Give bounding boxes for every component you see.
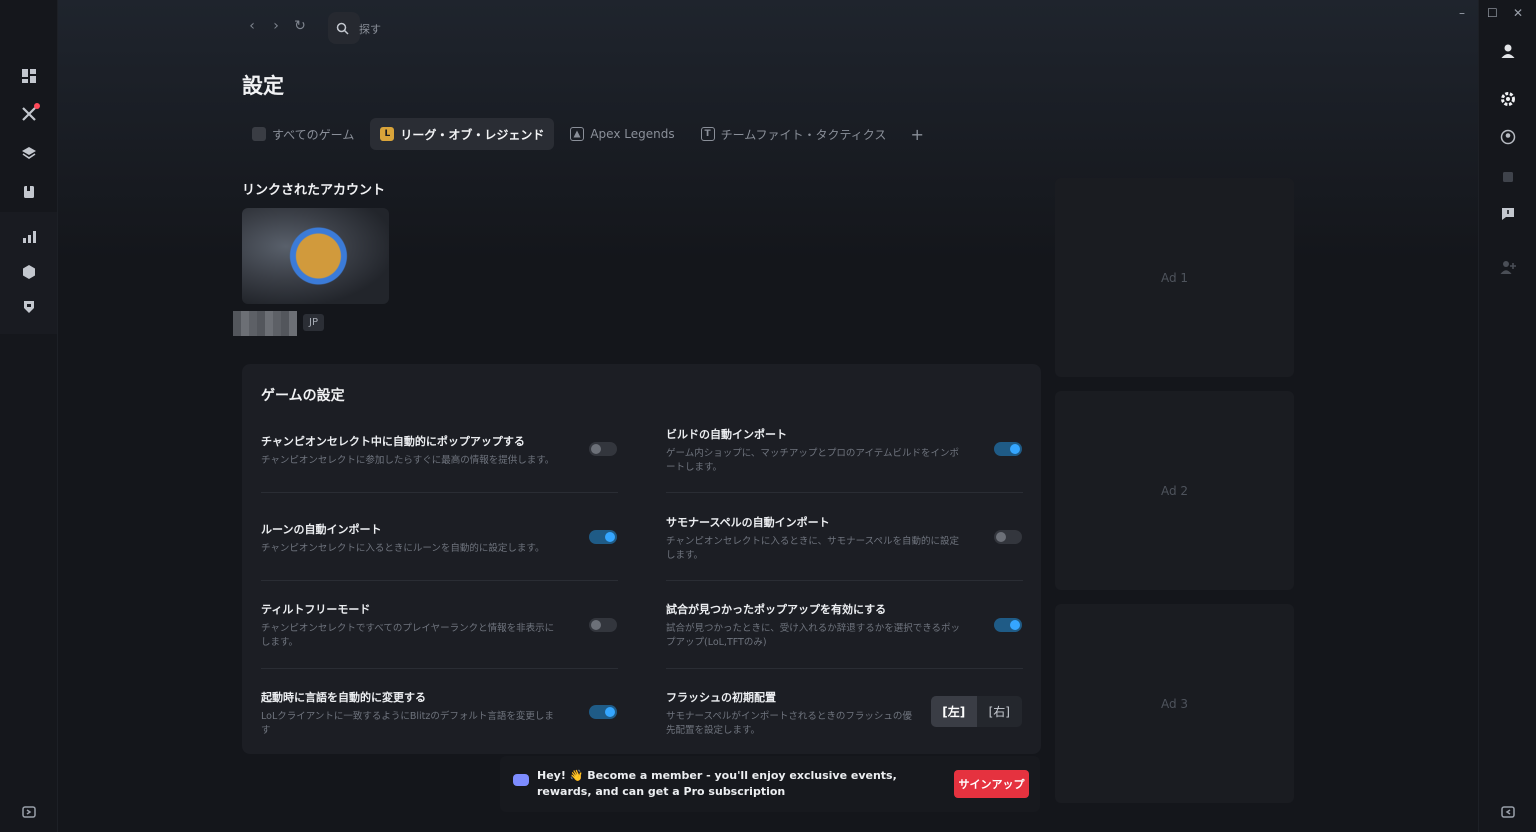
setting-title: 試合が見つかったポップアップを有効にする bbox=[666, 603, 887, 616]
notification-dot bbox=[34, 103, 40, 109]
region-badge: JP bbox=[303, 314, 324, 331]
right-sidebar bbox=[1478, 0, 1536, 832]
user-icon[interactable] bbox=[1493, 36, 1523, 66]
tilt-free-mode-toggle[interactable] bbox=[589, 618, 617, 632]
maximize-button[interactable]: ☐ bbox=[1487, 6, 1498, 20]
game-settings-panel: ゲームの設定 チャンピオンセレクト中に自動的にポップアップする チャンピオンセレ… bbox=[242, 364, 1041, 754]
divider bbox=[261, 580, 618, 581]
setting-description: チャンピオンセレクトですべてのプレイヤーランクと情報を非表示にします。 bbox=[261, 623, 555, 648]
flash-right-option[interactable]: [右] bbox=[977, 696, 1023, 727]
membership-toast: Hey! 👋 Become a member - you'll enjoy ex… bbox=[500, 756, 1040, 812]
setting-title: サモナースペルの自動インポート bbox=[666, 516, 830, 529]
rail-section bbox=[0, 212, 57, 334]
layers-icon[interactable] bbox=[14, 138, 44, 168]
search-icon bbox=[336, 22, 349, 35]
search-placeholder[interactable]: 探す bbox=[359, 21, 381, 37]
setting-title: 起動時に言語を自動的に変更する bbox=[261, 691, 426, 704]
toast-message: Hey! 👋 Become a member - you'll enjoy ex… bbox=[537, 769, 897, 798]
setting-auto-import-runes: ルーンの自動インポート チャンピオンセレクトに入るときにルーンを自動的に設定しま… bbox=[261, 521, 621, 556]
setting-description: チャンピオンセレクトに入るときに、サモナースペルを自動的に設定します。 bbox=[666, 536, 959, 561]
tab-label: Apex Legends bbox=[590, 127, 675, 141]
tft-icon: T bbox=[700, 127, 715, 141]
account-circle-icon[interactable] bbox=[1493, 122, 1523, 152]
shield-icon[interactable] bbox=[14, 292, 44, 322]
auto-import-summoner-spells-toggle[interactable] bbox=[994, 530, 1022, 544]
left-sidebar bbox=[0, 0, 58, 832]
feedback-icon[interactable] bbox=[1493, 199, 1523, 229]
setting-description: チャンピオンセレクトに参加したらすぐに最高の情報を提供します。 bbox=[261, 455, 555, 466]
page-title: 設定 bbox=[242, 74, 284, 98]
forward-button[interactable]: › bbox=[270, 18, 282, 34]
setting-description: ゲーム内ショップに、マッチアップとプロのアイテムビルドをインポートします。 bbox=[666, 448, 959, 473]
ad-slot-1[interactable]: Ad 1 bbox=[1055, 178, 1294, 377]
flash-left-option[interactable]: [左] bbox=[931, 696, 977, 727]
auto-import-runes-toggle[interactable] bbox=[589, 530, 617, 544]
account-name-blurred bbox=[233, 311, 297, 336]
setting-title: チャンピオンセレクト中に自動的にポップアップする bbox=[261, 435, 525, 448]
ad-slot-3[interactable]: Ad 3 bbox=[1055, 604, 1294, 803]
account-avatar[interactable] bbox=[242, 208, 389, 304]
expand-sidebar-icon[interactable] bbox=[14, 797, 44, 827]
divider bbox=[666, 492, 1023, 493]
minimize-button[interactable]: – bbox=[1459, 6, 1465, 20]
auto-import-builds-toggle[interactable] bbox=[994, 442, 1022, 456]
setting-auto-popup: チャンピオンセレクト中に自動的にポップアップする チャンピオンセレクトに参加した… bbox=[261, 433, 621, 468]
apex-icon bbox=[570, 127, 585, 141]
setting-description: LoLクライアントに一致するようにBlitzのデフォルト言語を変更します bbox=[261, 711, 554, 736]
apex-badge-icon[interactable] bbox=[14, 257, 44, 287]
tab-label: チームファイト・タクティクス bbox=[720, 127, 887, 142]
game-settings-title: ゲームの設定 bbox=[261, 388, 345, 404]
setting-auto-change-language: 起動時に言語を自動的に変更する LoLクライアントに一致するようにBlitzのデ… bbox=[261, 689, 621, 738]
gear-icon[interactable] bbox=[1493, 84, 1523, 114]
add-friend-icon[interactable] bbox=[1493, 252, 1523, 282]
signup-button[interactable]: サインアップ bbox=[954, 770, 1029, 798]
setting-match-found-popup: 試合が見つかったポップアップを有効にする 試合が見つかったときに、受け入れるか辞… bbox=[666, 601, 1026, 650]
setting-description: チャンピオンセレクトに入るときにルーンを自動的に設定します。 bbox=[261, 543, 545, 554]
divider bbox=[666, 668, 1023, 669]
flash-placement-selector: [左] [右] bbox=[931, 696, 1022, 727]
setting-auto-import-builds: ビルドの自動インポート ゲーム内ショップに、マッチアップとプロのアイテムビルドを… bbox=[666, 426, 1026, 475]
crossed-swords-icon[interactable] bbox=[14, 99, 44, 129]
setting-title: ティルトフリーモード bbox=[261, 603, 371, 616]
setting-auto-import-summoner-spells: サモナースペルの自動インポート チャンピオンセレクトに入るときに、サモナースペル… bbox=[666, 514, 1026, 563]
setting-title: ルーンの自動インポート bbox=[261, 523, 382, 536]
navigation-controls: ‹ › ↻ bbox=[246, 18, 306, 34]
book-icon[interactable] bbox=[14, 177, 44, 207]
linked-accounts-title: リンクされたアカウント bbox=[242, 183, 386, 198]
tab-teamfight-tactics[interactable]: T チームファイト・タクティクス bbox=[691, 118, 897, 150]
auto-popup-toggle[interactable] bbox=[589, 442, 617, 456]
match-found-popup-toggle[interactable] bbox=[994, 618, 1022, 632]
tab-label: リーグ・オブ・レジェンド bbox=[400, 127, 545, 142]
divider bbox=[261, 492, 618, 493]
close-button[interactable]: ✕ bbox=[1513, 6, 1523, 20]
tab-all-games[interactable]: すべてのゲーム bbox=[242, 118, 364, 150]
discord-icon bbox=[513, 774, 529, 786]
setting-tilt-free-mode: ティルトフリーモード チャンピオンセレクトですべてのプレイヤーランクと情報を非表… bbox=[261, 601, 621, 650]
game-tabs: すべてのゲーム L リーグ・オブ・レジェンド Apex Legends T チー… bbox=[242, 118, 932, 150]
setting-title: ビルドの自動インポート bbox=[666, 428, 787, 441]
add-tab-button[interactable]: + bbox=[902, 125, 931, 144]
all-games-icon bbox=[252, 127, 266, 141]
tab-league-of-legends[interactable]: L リーグ・オブ・レジェンド bbox=[370, 118, 555, 150]
league-of-legends-icon: L bbox=[380, 127, 395, 141]
auto-change-language-toggle[interactable] bbox=[589, 705, 617, 719]
store-icon[interactable] bbox=[1493, 161, 1523, 191]
search-button[interactable] bbox=[328, 12, 360, 44]
ad-slot-2[interactable]: Ad 2 bbox=[1055, 391, 1294, 590]
divider bbox=[666, 580, 1023, 581]
divider bbox=[261, 668, 618, 669]
stats-chart-icon[interactable] bbox=[14, 222, 44, 252]
setting-description: 試合が見つかったときに、受け入れるか辞退するかを選択できるポップアップ(LoL,… bbox=[666, 623, 961, 648]
dashboard-icon[interactable] bbox=[14, 61, 44, 91]
refresh-button[interactable]: ↻ bbox=[294, 18, 306, 34]
tab-apex-legends[interactable]: Apex Legends bbox=[560, 118, 684, 150]
setting-description: サモナースペルがインポートされるときのフラッシュの優先配置を設定します。 bbox=[666, 711, 912, 736]
collapse-panel-icon[interactable] bbox=[1493, 797, 1523, 827]
back-button[interactable]: ‹ bbox=[246, 18, 258, 34]
tab-label: すべてのゲーム bbox=[272, 127, 355, 142]
